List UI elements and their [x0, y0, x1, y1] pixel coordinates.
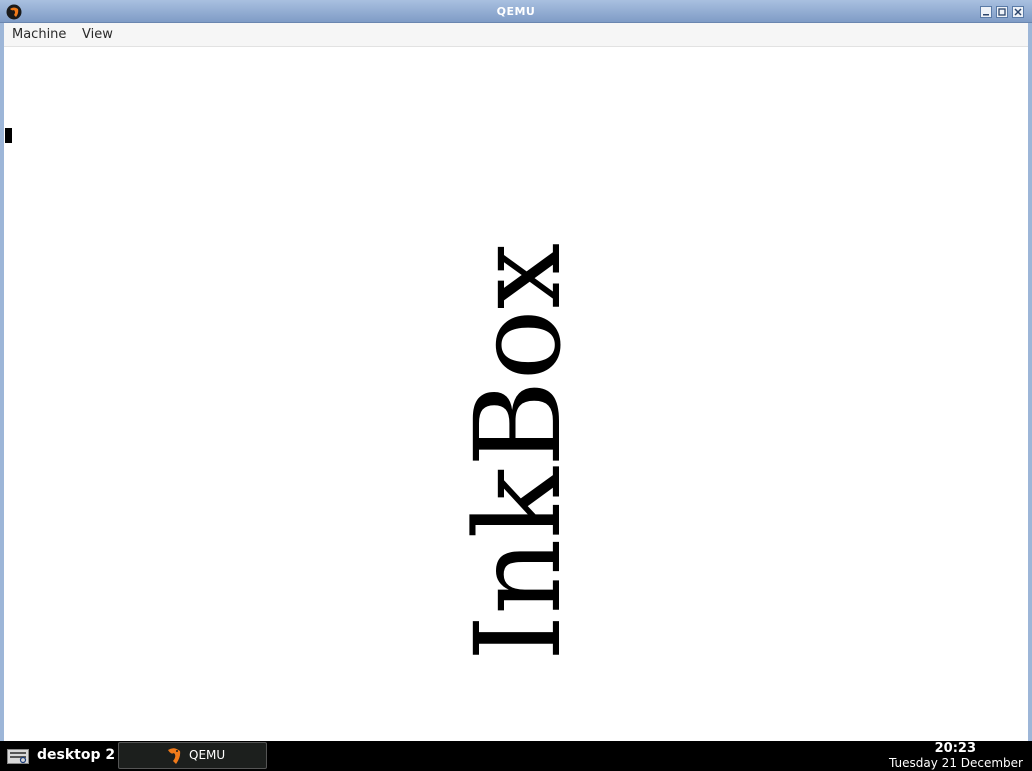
titlebar[interactable]: QEMU	[0, 0, 1032, 23]
vm-display[interactable]: InkBox	[4, 47, 1028, 741]
qemu-client-area: Machine View InkBox	[4, 23, 1028, 741]
qemu-icon	[168, 748, 181, 764]
menubar: Machine View	[4, 23, 1028, 47]
desktop-switcher[interactable]: desktop 2	[37, 747, 115, 763]
window-title: QEMU	[496, 5, 536, 18]
task-qemu[interactable]: QEMU	[118, 742, 267, 769]
minimize-icon[interactable]	[980, 6, 992, 18]
menu-machine[interactable]: Machine	[12, 27, 66, 42]
menu-view[interactable]: View	[82, 27, 113, 42]
clock-date[interactable]: Tuesday 21 December	[889, 756, 1023, 770]
maximize-icon[interactable]	[996, 6, 1008, 18]
task-label: QEMU	[189, 748, 226, 762]
text-cursor	[5, 128, 12, 143]
inkbox-logo: InkBox	[449, 242, 587, 662]
clock-time[interactable]: 20:23	[935, 741, 976, 756]
close-icon[interactable]	[1012, 6, 1024, 18]
qemu-window: QEMU Machine View InkBox	[0, 0, 1032, 741]
taskbar: desktop 2 QEMU 20:23 Tuesday 21 December	[0, 741, 1032, 771]
menu-icon[interactable]	[7, 749, 29, 764]
